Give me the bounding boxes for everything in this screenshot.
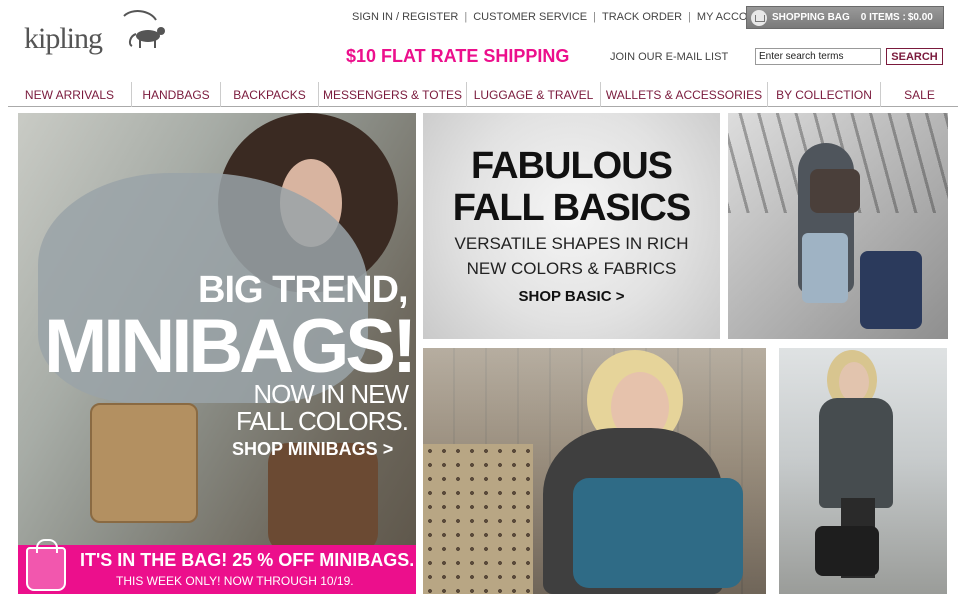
search-input[interactable] — [755, 48, 881, 65]
nav-backpacks[interactable]: BACKPACKS — [221, 82, 319, 107]
flat-rate-shipping-promo[interactable]: $10 FLAT RATE SHIPPING — [346, 46, 569, 67]
black-bag-photo-tile[interactable] — [779, 348, 947, 594]
model-coat — [819, 398, 893, 508]
shoulder-bag-image — [810, 169, 860, 213]
nav-messengers-totes[interactable]: MESSENGERS & TOTES — [319, 82, 467, 107]
kipling-logo[interactable]: kipling — [24, 6, 165, 58]
minibag-product-image — [90, 403, 198, 523]
teal-bag-image — [573, 478, 743, 588]
model-jeans — [802, 233, 848, 303]
rolling-luggage-image — [860, 251, 922, 329]
hero-subline-1: NOW IN NEW — [253, 379, 409, 409]
utility-nav: SIGN IN / REGISTER | CUSTOMER SERVICE | … — [352, 11, 770, 23]
join-email-list-link[interactable]: JOIN OUR E-MAIL LIST — [610, 51, 728, 63]
shopping-bag-icon — [26, 539, 66, 591]
cart-total: $0.00 — [907, 12, 933, 23]
shopping-bag-label: SHOPPING BAG — [772, 12, 850, 23]
fall-basics-banner[interactable]: FABULOUS FALL BASICS VERSATILE SHAPES IN… — [423, 113, 720, 339]
nav-wallets-accessories[interactable]: WALLETS & ACCESSORIES — [601, 82, 768, 107]
monkey-icon — [123, 10, 165, 48]
separator: | — [688, 11, 691, 23]
minibags-hero-banner[interactable]: BIG TREND, MINIBAGS! NOW IN NEW FALL COL… — [18, 113, 416, 594]
customer-service-link[interactable]: CUSTOMER SERVICE — [473, 11, 587, 23]
minibags-promo-bar[interactable]: IT'S IN THE BAG! 25 % OFF MINIBAGS. THIS… — [18, 539, 416, 594]
sign-in-register-link[interactable]: SIGN IN / REGISTER — [352, 11, 458, 23]
shopping-bag-button[interactable]: SHOPPING BAG 0 ITEMS : $0.00 — [746, 6, 944, 29]
separator: | — [593, 11, 596, 23]
fall-basics-sub-2: NEW COLORS & FABRICS — [466, 259, 677, 278]
nav-handbags[interactable]: HANDBAGS — [132, 82, 221, 107]
fall-basics-title-1: FABULOUS — [471, 145, 673, 187]
fall-basics-title-2: FALL BASICS — [452, 187, 691, 229]
teal-bag-photo-tile[interactable] — [423, 348, 766, 594]
nav-luggage-travel[interactable]: LUGGAGE & TRAVEL — [467, 82, 601, 107]
search-button[interactable]: SEARCH — [886, 48, 943, 65]
promo-dates-text: THIS WEEK ONLY! NOW THROUGH 10/19. — [116, 574, 354, 588]
shopping-bag-icon — [751, 9, 767, 26]
logo-wordmark: kipling — [24, 22, 103, 55]
fall-basics-sub-1: VERSATILE SHAPES IN RICH — [454, 234, 689, 253]
nav-sale[interactable]: SALE — [881, 82, 958, 107]
nav-by-collection[interactable]: BY COLLECTION — [768, 82, 881, 107]
leopard-pillow — [423, 444, 533, 594]
shop-minibags-link[interactable]: SHOP MINIBAGS > — [232, 439, 393, 460]
cart-item-count: 0 ITEMS : — [860, 12, 906, 23]
promo-discount-text: IT'S IN THE BAG! 25 % OFF MINIBAGS. — [80, 550, 415, 570]
track-order-link[interactable]: TRACK ORDER — [602, 11, 682, 23]
shop-basic-link[interactable]: SHOP BASIC > — [423, 288, 720, 305]
luggage-photo-tile[interactable] — [728, 113, 948, 339]
hero-headline-minibags: MINIBAGS! — [44, 304, 416, 389]
model-face — [839, 362, 869, 402]
black-bag-image — [815, 526, 879, 576]
hero-subline: NOW IN NEW FALL COLORS. — [236, 379, 409, 436]
separator: | — [464, 11, 468, 23]
nav-new-arrivals[interactable]: NEW ARRIVALS — [8, 82, 132, 107]
main-category-nav: NEW ARRIVALS HANDBAGS BACKPACKS MESSENGE… — [8, 82, 958, 107]
hero-subline-2: FALL COLORS. — [236, 406, 409, 436]
